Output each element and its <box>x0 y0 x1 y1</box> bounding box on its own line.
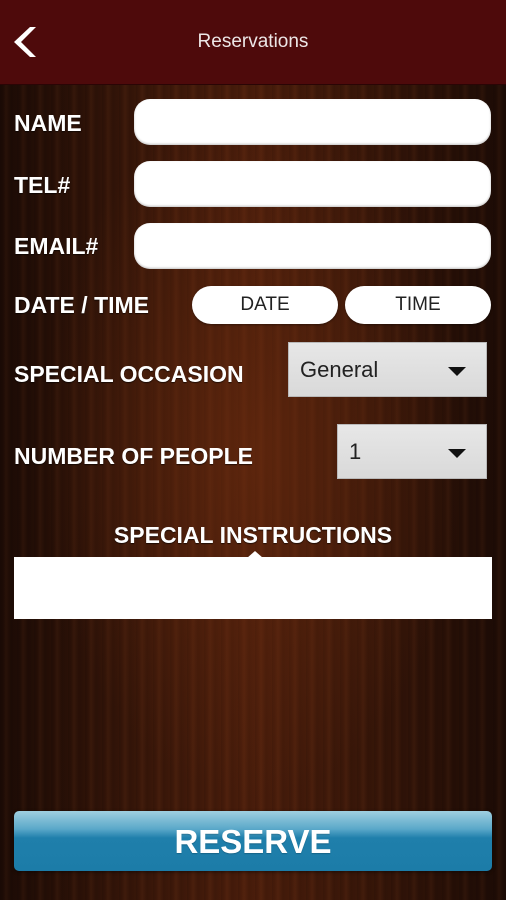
reserve-button[interactable]: RESERVE <box>14 811 492 871</box>
name-input[interactable] <box>134 99 491 145</box>
date-time-label: DATE / TIME <box>14 292 150 318</box>
number-of-people-dropdown[interactable]: 1 <box>337 424 487 479</box>
dropdown-caret-icon <box>448 367 466 376</box>
tel-label: TEL# <box>14 172 71 198</box>
email-input[interactable] <box>134 223 491 269</box>
app-bar: Reservations <box>0 0 506 85</box>
special-occasion-label: SPECIAL OCCASION <box>14 361 244 387</box>
special-instructions-label: SPECIAL INSTRUCTIONS <box>113 522 393 548</box>
date-button[interactable]: DATE <box>192 286 338 324</box>
special-instructions-input[interactable] <box>14 557 492 619</box>
special-occasion-value: General <box>300 357 379 382</box>
email-label: EMAIL# <box>14 233 99 259</box>
dropdown-caret-icon <box>448 449 466 458</box>
number-of-people-value: 1 <box>349 439 362 464</box>
time-button[interactable]: TIME <box>345 286 491 324</box>
name-label: NAME <box>14 110 82 136</box>
number-of-people-label: NUMBER OF PEOPLE <box>14 443 253 469</box>
tel-input[interactable] <box>134 161 491 207</box>
page-title: Reservations <box>197 31 309 52</box>
special-occasion-dropdown[interactable]: General <box>288 342 487 397</box>
